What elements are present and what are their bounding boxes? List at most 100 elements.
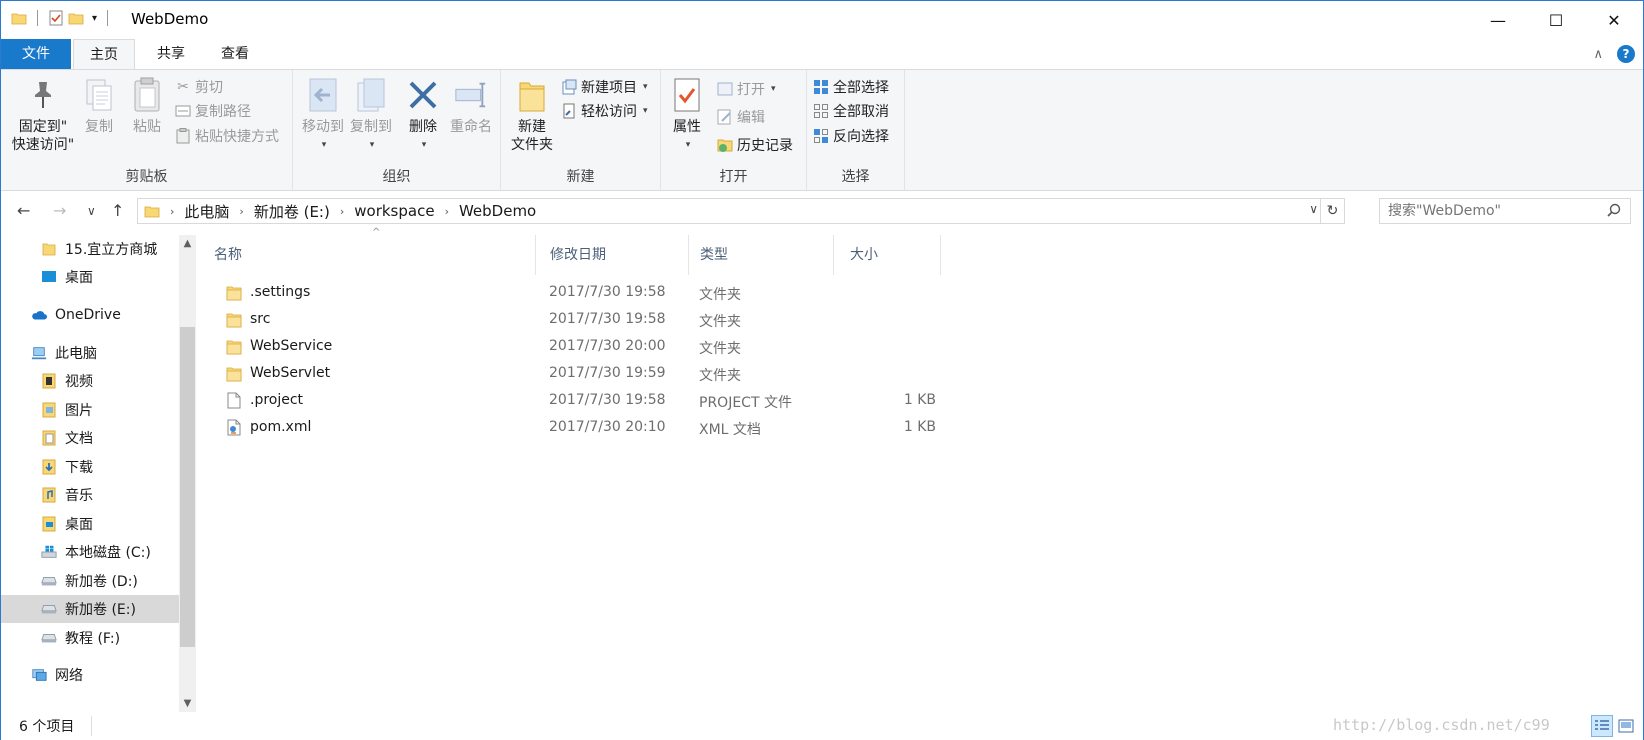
copy-to-label: 复制到 [350,119,392,135]
qat-dropdown-icon[interactable]: ▾ [92,13,97,24]
history-icon [717,137,733,153]
nav-item-network[interactable]: 网络 [1,661,179,689]
breadcrumb-separator-icon[interactable]: › [239,205,243,218]
tab-share[interactable]: 共享 [141,39,201,69]
nav-item-onedrive[interactable]: OneDrive [1,301,179,329]
invert-selection-label: 反向选择 [833,129,889,145]
nav-item-label: 图片 [65,403,93,419]
delete-button[interactable]: 删除 ▾ [403,76,443,154]
address-bar[interactable]: › 此电脑 › 新加卷 (E:) › workspace › WebDemo ∨… [137,198,1345,224]
nav-item-this-pc[interactable]: 此电脑 [1,339,179,367]
nav-item-desktop-folder[interactable]: 桌面 [1,510,179,538]
help-icon[interactable]: ? [1617,45,1635,63]
nav-item-music[interactable]: 音乐 [1,481,179,509]
copy-button[interactable]: 复制 [81,76,117,136]
tab-home[interactable]: 主页 [73,39,135,70]
maximize-button[interactable]: ☐ [1527,1,1585,39]
forward-arrow-icon[interactable]: → [53,201,66,220]
nav-item-pictures[interactable]: 图片 [1,396,179,424]
copy-path-icon [175,103,191,119]
breadcrumb-this-pc[interactable]: 此电脑 [184,201,229,222]
large-icons-view-icon[interactable] [1615,715,1637,737]
nav-item-yilifang[interactable]: 15.宜立方商城 [1,235,179,263]
cut-button[interactable]: ✂ 剪切 [175,77,223,97]
nav-item-downloads[interactable]: 下载 [1,453,179,481]
minimize-button[interactable]: — [1469,1,1527,39]
file-row-webservice[interactable]: WebService 2017/7/30 20:00 文件夹 [206,333,896,360]
new-item-button[interactable]: 新建项目 ▾ [561,77,648,97]
tab-file[interactable]: 文件 [1,39,71,69]
nav-item-drive-f[interactable]: 教程 (F:) [1,624,179,652]
easy-access-button[interactable]: 轻松访问 ▾ [561,101,648,121]
open-icon [717,81,733,97]
properties-button[interactable]: 属性 ▾ [669,76,705,154]
nav-scrollbar[interactable]: ▲ ▼ [179,235,196,712]
column-header-date[interactable]: 修改日期 [542,235,689,275]
nav-item-desktop[interactable]: 桌面 [1,263,179,291]
computer-icon [31,345,47,361]
new-folder-label-line2: 文件夹 [511,137,553,153]
nav-item-documents[interactable]: 文档 [1,424,179,452]
file-row-src[interactable]: src 2017/7/30 19:58 文件夹 [206,306,896,333]
invert-selection-button[interactable]: 反向选择 [813,126,889,146]
ribbon-right-controls: ∧ ? [1593,45,1635,63]
address-dropdown-icon[interactable]: ∨ [1309,202,1318,216]
scissors-icon: ✂ [177,79,189,95]
pictures-folder-icon [41,402,57,418]
properties-check-icon [670,76,704,114]
open-button[interactable]: 打开 ▾ [717,79,776,99]
copy-path-button[interactable]: 复制路径 [175,101,251,121]
recent-locations-chevron-icon[interactable]: ∨ [87,204,96,218]
back-arrow-icon[interactable]: ← [17,201,30,220]
edit-button[interactable]: 编辑 [717,107,765,127]
refresh-icon[interactable]: ↻ [1320,199,1344,223]
breadcrumb-separator-icon[interactable]: › [170,205,174,218]
nav-item-drive-c[interactable]: 本地磁盘 (C:) [1,538,179,566]
scrollbar-thumb[interactable] [180,327,195,647]
history-button[interactable]: 历史记录 [717,135,793,155]
breadcrumb-separator-icon[interactable]: › [340,205,344,218]
properties-check-icon[interactable] [48,10,64,26]
close-button[interactable]: ✕ [1585,1,1643,39]
explorer-window: ▾ WebDemo — ☐ ✕ 文件 主页 共享 查看 ∧ ? 固定到" 快速访… [0,0,1644,740]
copy-to-button[interactable]: 复制到 ▾ [347,76,395,154]
breadcrumb-webdemo[interactable]: WebDemo [459,202,536,220]
select-all-button[interactable]: 全部选择 [813,77,889,97]
folder-icon [226,313,242,328]
up-arrow-icon[interactable]: ↑ [111,201,124,220]
search-icon[interactable] [1607,203,1621,217]
column-header-size[interactable]: 大小 [842,235,941,275]
scroll-up-icon[interactable]: ▲ [179,235,196,252]
file-row-pom[interactable]: pom.xml 2017/7/30 20:10 XML 文档 1 KB [206,414,936,441]
breadcrumb-workspace[interactable]: workspace [354,202,434,220]
file-date: 2017/7/30 19:58 [549,311,666,327]
file-row-webservlet[interactable]: WebServlet 2017/7/30 19:59 文件夹 [206,360,896,387]
copy-label: 复制 [85,119,113,135]
move-to-button[interactable]: 移动到 ▾ [299,76,347,154]
search-input[interactable] [1379,198,1631,224]
details-view-icon[interactable] [1591,715,1613,737]
nav-item-drive-d[interactable]: 新加卷 (D:) [1,567,179,595]
paste-button[interactable]: 粘贴 [129,76,165,136]
column-header-type[interactable]: 类型 [692,235,834,275]
nav-item-drive-e[interactable]: 新加卷 (E:) [1,595,179,623]
breadcrumb-drive-e[interactable]: 新加卷 (E:) [254,201,330,222]
file-row-project[interactable]: .project 2017/7/30 19:58 PROJECT 文件 1 KB [206,387,936,414]
paste-shortcut-label: 粘贴快捷方式 [195,129,279,145]
collapse-ribbon-icon[interactable]: ∧ [1593,47,1603,62]
new-folder-icon[interactable] [68,11,84,25]
file-row-settings[interactable]: .settings 2017/7/30 19:58 文件夹 [206,279,896,306]
rename-button[interactable]: 重命名 [445,76,497,136]
scroll-down-icon[interactable]: ▼ [179,695,196,712]
select-none-button[interactable]: 全部取消 [813,101,889,121]
nav-item-videos[interactable]: 视频 [1,367,179,395]
column-header-name[interactable]: 名称 [206,235,536,275]
nav-item-label: OneDrive [55,307,121,323]
tab-view[interactable]: 查看 [205,39,265,69]
new-item-icon [561,79,577,95]
pin-quick-access-button[interactable]: 固定到" 快速访问" [11,76,75,154]
breadcrumb-separator-icon[interactable]: › [445,205,449,218]
new-folder-button[interactable]: 新建 文件夹 [507,76,557,154]
paste-shortcut-button[interactable]: 粘贴快捷方式 [175,126,279,146]
file-name: WebService [250,338,333,354]
